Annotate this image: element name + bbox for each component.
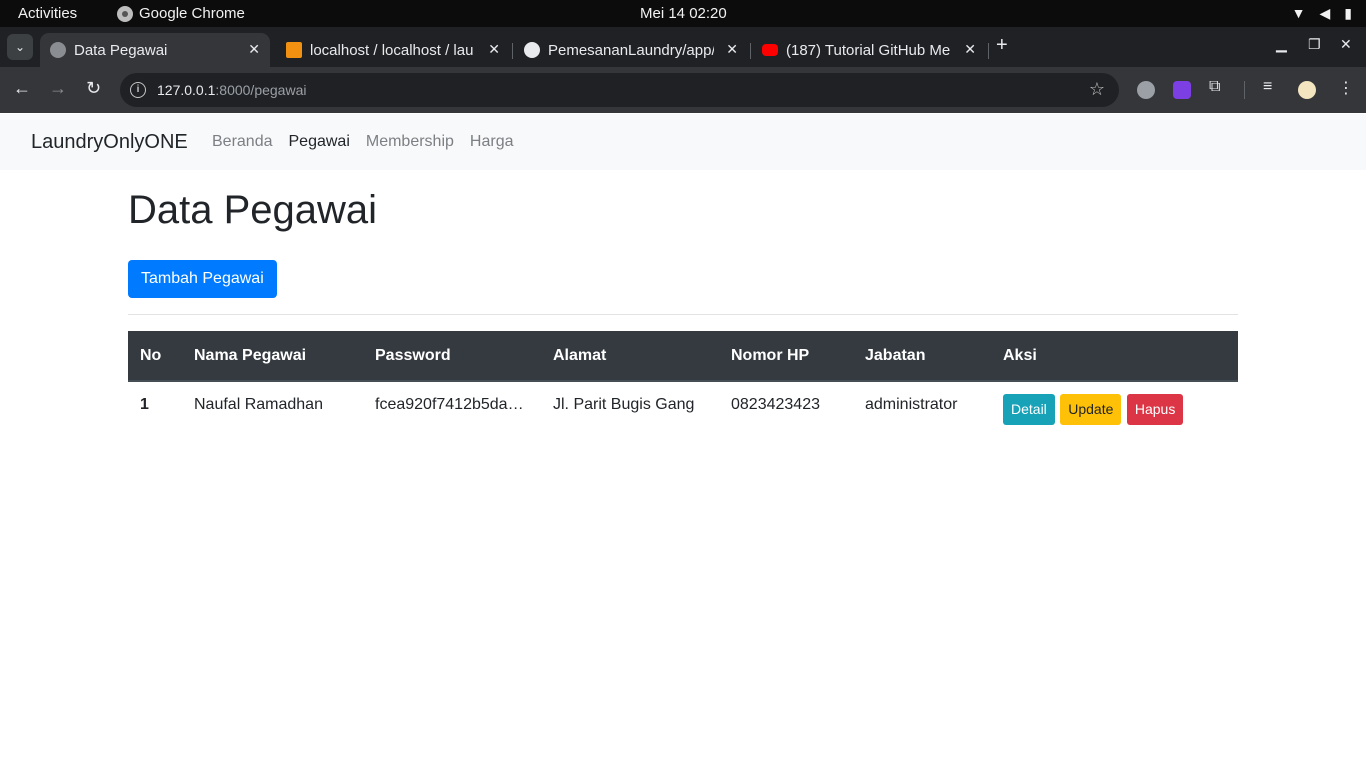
back-arrow-icon[interactable]: ← (13, 78, 31, 99)
cell-alamat: Jl. Parit Bugis Gang (541, 381, 719, 437)
app-name: Google Chrome (139, 5, 245, 22)
tab-phpmyadmin[interactable]: localhost / localhost / lau ✕ (276, 33, 510, 67)
add-employee-button[interactable]: Tambah Pegawai (128, 260, 277, 298)
battery-icon: ▮ (1344, 5, 1352, 21)
tab-search-button[interactable]: ⌄ (7, 34, 33, 60)
brand-logo[interactable]: LaundryOnlyONE (31, 131, 188, 154)
column-header-nama: Nama Pegawai (182, 331, 363, 382)
chrome-icon (117, 5, 133, 22)
forward-arrow-icon[interactable]: → (49, 78, 67, 99)
tab-separator (512, 43, 513, 59)
system-tray[interactable]: ▼ ◀ ▮ (1292, 5, 1352, 22)
detail-button[interactable]: Detail (1003, 394, 1055, 425)
youtube-icon (762, 44, 778, 56)
nav-link-membership[interactable]: Membership (366, 133, 454, 151)
minimize-icon[interactable]: ▁ (1276, 36, 1287, 53)
reload-icon[interactable]: ↻ (86, 78, 101, 99)
nav-link-pegawai[interactable]: Pegawai (289, 133, 350, 151)
column-header-jabatan: Jabatan (853, 331, 991, 382)
extension-icon[interactable] (1173, 81, 1191, 99)
tab-strip: ⌄ Data Pegawai ✕ localhost / localhost /… (0, 27, 1366, 67)
system-top-bar: Activities Google Chrome Mei 14 02:20 ▼ … (0, 0, 1366, 27)
github-icon (524, 42, 540, 58)
reading-list-icon[interactable]: ≡ (1263, 78, 1272, 96)
password-text: fcea920f7412b5da7be0cf42b8c93759 (375, 396, 525, 413)
divider (128, 314, 1238, 315)
column-header-nomor-hp: Nomor HP (719, 331, 853, 382)
page-title: Data Pegawai (128, 188, 378, 232)
tab-label: (187) Tutorial GitHub Me (786, 41, 951, 59)
volume-icon: ◀ (1319, 5, 1331, 21)
cell-password: fcea920f7412b5da7be0cf42b8c93759 (363, 381, 541, 437)
toolbar-separator (1244, 81, 1245, 99)
nav-links: Beranda Pegawai Membership Harga (212, 133, 513, 151)
browser-toolbar: ← → ↻ i 127.0.0.1:8000/pegawai ☆ ⧉ ≡ ⋮ (0, 67, 1366, 113)
maximize-icon[interactable]: ❐ (1308, 36, 1321, 53)
site-info-icon[interactable]: i (130, 82, 146, 98)
url-host: 127.0.0.1 (157, 82, 216, 98)
wifi-icon: ▼ (1291, 5, 1306, 21)
close-icon[interactable]: ✕ (964, 41, 976, 58)
column-header-no: No (128, 331, 182, 382)
cell-nama: Naufal Ramadhan (194, 396, 323, 413)
address-bar[interactable]: i 127.0.0.1:8000/pegawai ☆ (120, 73, 1119, 107)
site-navbar: LaundryOnlyONE Beranda Pegawai Membershi… (0, 114, 1366, 170)
tab-separator (988, 43, 989, 59)
column-header-aksi: Aksi (991, 331, 1238, 382)
app-menu[interactable]: Google Chrome (117, 5, 245, 22)
clock[interactable]: Mei 14 02:20 (640, 5, 727, 22)
cell-nomor-hp: 0823423423 (731, 396, 820, 413)
globe-icon (50, 42, 66, 58)
close-window-icon[interactable]: ✕ (1340, 36, 1352, 53)
cell-aksi: Detail Update Hapus (991, 381, 1238, 437)
url-path: :8000/pegawai (215, 82, 307, 98)
employee-table: No Nama Pegawai Password Alamat Nomor HP… (128, 331, 1238, 437)
tab-separator (750, 43, 751, 59)
cell-jabatan: administrator (865, 396, 958, 413)
new-tab-button[interactable]: + (996, 34, 1008, 57)
cell-no: 1 (140, 396, 149, 413)
close-icon[interactable]: ✕ (726, 41, 738, 58)
alamat-text: Jl. Parit Bugis Gang (553, 396, 695, 413)
phpmyadmin-icon (286, 42, 302, 58)
close-icon[interactable]: ✕ (248, 41, 260, 58)
nav-link-beranda[interactable]: Beranda (212, 133, 273, 151)
delete-button[interactable]: Hapus (1126, 394, 1184, 425)
table-row: 1 Naufal Ramadhan fcea920f7412b5da7be0cf… (128, 381, 1238, 437)
extensions-puzzle-icon[interactable]: ⧉ (1209, 78, 1220, 96)
profile-avatar[interactable] (1298, 81, 1316, 99)
update-button[interactable]: Update (1060, 394, 1122, 425)
tab-label: Data Pegawai (74, 41, 168, 59)
tab-label: PemesananLaundry/app/ (548, 41, 714, 59)
close-icon[interactable]: ✕ (488, 41, 500, 58)
tab-label: localhost / localhost / lau (310, 41, 474, 59)
bookmark-star-icon[interactable]: ☆ (1089, 79, 1105, 100)
column-header-password: Password (363, 331, 541, 382)
tab-github[interactable]: PemesananLaundry/app/ ✕ (514, 33, 748, 67)
menu-kebab-icon[interactable]: ⋮ (1338, 78, 1354, 98)
activities-button[interactable]: Activities (18, 5, 77, 22)
table-header: No Nama Pegawai Password Alamat Nomor HP… (128, 331, 1238, 382)
tab-data-pegawai[interactable]: Data Pegawai ✕ (40, 33, 270, 67)
tab-youtube[interactable]: (187) Tutorial GitHub Me ✕ (752, 33, 986, 67)
extension-icon[interactable] (1137, 81, 1155, 99)
column-header-alamat: Alamat (541, 331, 719, 382)
url-text[interactable]: 127.0.0.1:8000/pegawai (157, 82, 306, 98)
nav-link-harga[interactable]: Harga (470, 133, 514, 151)
